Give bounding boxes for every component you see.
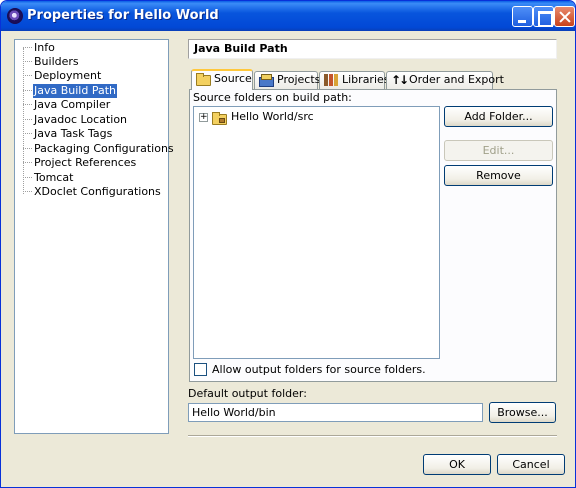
default-output-field[interactable]: Hello World/bin — [188, 403, 483, 422]
title-bar[interactable]: Properties for Hello World — [1, 1, 575, 31]
tree-item-tomcat[interactable]: Tomcat — [15, 171, 168, 185]
tree-connector — [23, 119, 32, 120]
allow-output-checkbox[interactable] — [194, 363, 207, 376]
separator — [188, 435, 557, 437]
browse-button[interactable]: Browse... — [489, 402, 556, 423]
tree-item-label: Javadoc Location — [34, 113, 128, 126]
tree-item-xdoclet-configurations[interactable]: XDoclet Configurations — [15, 185, 168, 199]
source-folder-icon — [196, 73, 211, 86]
tab-label: Libraries — [342, 73, 390, 86]
tree-item-builders[interactable]: Builders — [15, 55, 168, 69]
tree-item-label: Builders — [34, 55, 79, 68]
tree-connector — [23, 162, 32, 163]
tree-item-deployment[interactable]: Deployment — [15, 69, 168, 83]
projects-icon — [259, 74, 274, 87]
default-output-label: Default output folder: — [188, 387, 307, 400]
tab-source[interactable]: Source — [191, 69, 253, 90]
ok-button[interactable]: OK — [423, 454, 491, 475]
tab-libraries[interactable]: Libraries — [319, 71, 390, 89]
source-folder-label: Hello World/src — [231, 110, 314, 123]
tab-label: Source — [214, 72, 252, 85]
tree-item-javadoc-location[interactable]: Javadoc Location — [15, 113, 168, 127]
tree-item-java-compiler[interactable]: Java Compiler — [15, 98, 168, 112]
tree-connector — [23, 148, 32, 149]
window-title: Properties for Hello World — [27, 8, 219, 23]
property-tree[interactable]: Info Builders Deployment Java Build Path… — [14, 39, 174, 434]
tab-order-and-export[interactable]: Order and Export — [386, 71, 504, 89]
tree-connector — [23, 75, 32, 76]
tree-item-label: Java Build Path — [33, 84, 118, 98]
tree-item-label: XDoclet Configurations — [34, 185, 161, 198]
tab-label: Order and Export — [409, 73, 504, 86]
tree-item-label: Tomcat — [34, 171, 74, 184]
source-folders-tree[interactable]: + Hello World/src — [193, 106, 440, 359]
tree-item-label: Java Compiler — [34, 98, 111, 111]
tree-item-label: Info — [34, 41, 55, 54]
tree-connector — [23, 104, 32, 105]
tree-item-label: Packaging Configurations — [34, 142, 174, 155]
tree-item-java-task-tags[interactable]: Java Task Tags — [15, 127, 168, 141]
page-title: Java Build Path — [188, 39, 557, 59]
tree-connector — [23, 47, 32, 48]
tab-label: Projects — [277, 73, 321, 86]
tree-connector — [23, 61, 32, 62]
maximize-button[interactable] — [533, 6, 554, 27]
minimize-button[interactable] — [512, 6, 533, 27]
tree-item-label: Deployment — [34, 69, 102, 82]
tree-connector — [23, 191, 32, 192]
libraries-icon — [324, 74, 338, 86]
tree-connector — [23, 133, 32, 134]
minimize-icon — [513, 7, 532, 26]
source-folders-label: Source folders on build path: — [193, 91, 352, 104]
close-icon — [555, 7, 574, 26]
tree-item-label: Java Task Tags — [34, 127, 113, 140]
order-icon — [391, 72, 407, 88]
add-folder-button[interactable]: Add Folder... — [444, 106, 553, 127]
maximize-icon — [534, 7, 553, 27]
allow-output-label: Allow output folders for source folders. — [212, 363, 426, 376]
tree-item-label: Project References — [34, 156, 137, 169]
tab-projects[interactable]: Projects — [254, 71, 321, 89]
close-button[interactable] — [554, 6, 575, 27]
expand-icon[interactable]: + — [199, 113, 208, 122]
remove-button[interactable]: Remove — [444, 165, 553, 186]
tree-connector — [23, 177, 32, 178]
eclipse-icon — [7, 8, 23, 24]
cancel-button[interactable]: Cancel — [497, 454, 565, 475]
tree-item-java-build-path[interactable]: Java Build Path — [15, 84, 168, 98]
tree-item-packaging-configurations[interactable]: Packaging Configurations — [15, 142, 174, 156]
edit-button[interactable]: Edit... — [444, 140, 553, 161]
properties-dialog: Properties for Hello World Info Builders… — [0, 0, 576, 488]
tree-connector — [23, 90, 32, 91]
source-folder-item[interactable]: + Hello World/src — [194, 109, 439, 125]
tree-item-project-references[interactable]: Project References — [15, 156, 168, 170]
package-folder-icon — [212, 112, 227, 125]
package-icon — [219, 118, 225, 123]
tree-item-info[interactable]: Info — [15, 41, 168, 55]
